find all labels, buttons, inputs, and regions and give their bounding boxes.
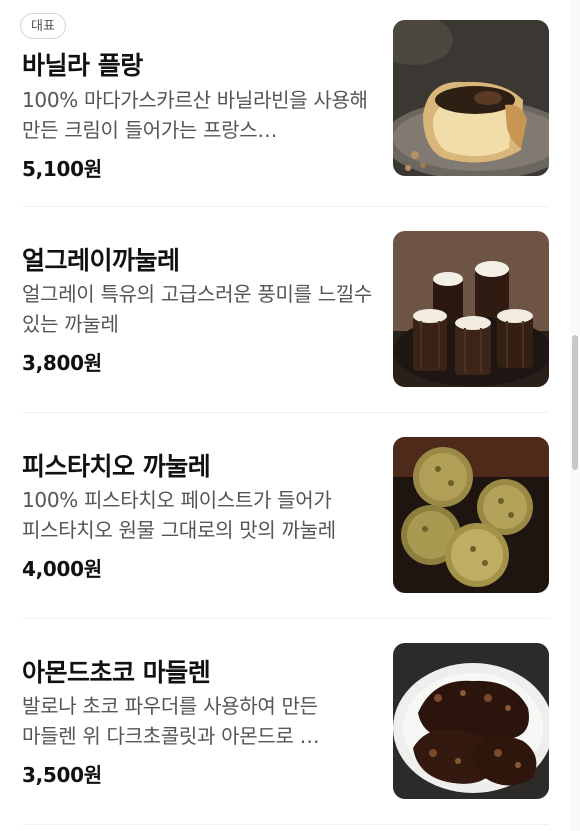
menu-item-pistachio-canele[interactable]: 피스타치오 까눌레 100% 피스타치오 페이스트가 들어가 피스타치오 원물 …: [0, 413, 570, 618]
menu-item-almond-choco-madeleine[interactable]: 아몬드초코 마들렌 발로나 초코 파우더를 사용하여 만든 마들렌 위 다크초콜…: [0, 619, 570, 824]
menu-item-name: 피스타치오 까눌레: [22, 452, 211, 481]
menu-item-price: 3,800원: [22, 351, 102, 375]
menu-item-price: 3,500원: [22, 763, 102, 787]
signature-badge: 대표: [20, 13, 66, 39]
menu-item-description: 100% 피스타치오 페이스트가 들어가 피스타치오 원물 그대로의 맛의 까눌…: [22, 488, 336, 542]
pistachio-canele-photo: [393, 437, 549, 593]
scrollbar-thumb[interactable]: [572, 335, 578, 470]
vanilla-flan-photo: [393, 20, 549, 176]
menu-item-description: 발로나 초코 파우더를 사용하여 만든 마들렌 위 다크초콜릿과 아몬드로 …: [22, 694, 320, 748]
menu-item-description: 100% 마다가스카르산 바닐라빈을 사용해 만든 크림이 들어가는 프랑스…: [22, 88, 368, 142]
menu-item-name: 바닐라 플랑: [22, 51, 143, 80]
divider: [22, 824, 549, 825]
menu-item-description: 얼그레이 특유의 고급스러운 풍미를 느낄수 있는 까눌레: [22, 282, 373, 336]
earl-grey-canele-photo: [393, 231, 549, 387]
menu-item-price: 5,100원: [22, 157, 102, 181]
menu-item-earl-grey-canele[interactable]: 얼그레이까눌레 얼그레이 특유의 고급스러운 풍미를 느낄수 있는 까눌레 3,…: [0, 207, 570, 412]
menu-item-name: 얼그레이까눌레: [22, 246, 180, 275]
menu-item-price: 4,000원: [22, 557, 102, 581]
menu-item-vanilla-flan[interactable]: 대표 바닐라 플랑 100% 마다가스카르산 바닐라빈을 사용해 만든 크림이 …: [0, 0, 570, 205]
menu-item-name: 아몬드초코 마들렌: [22, 658, 211, 687]
scrollbar-track[interactable]: [570, 0, 580, 831]
almond-choco-madeleine-photo: [393, 643, 549, 799]
